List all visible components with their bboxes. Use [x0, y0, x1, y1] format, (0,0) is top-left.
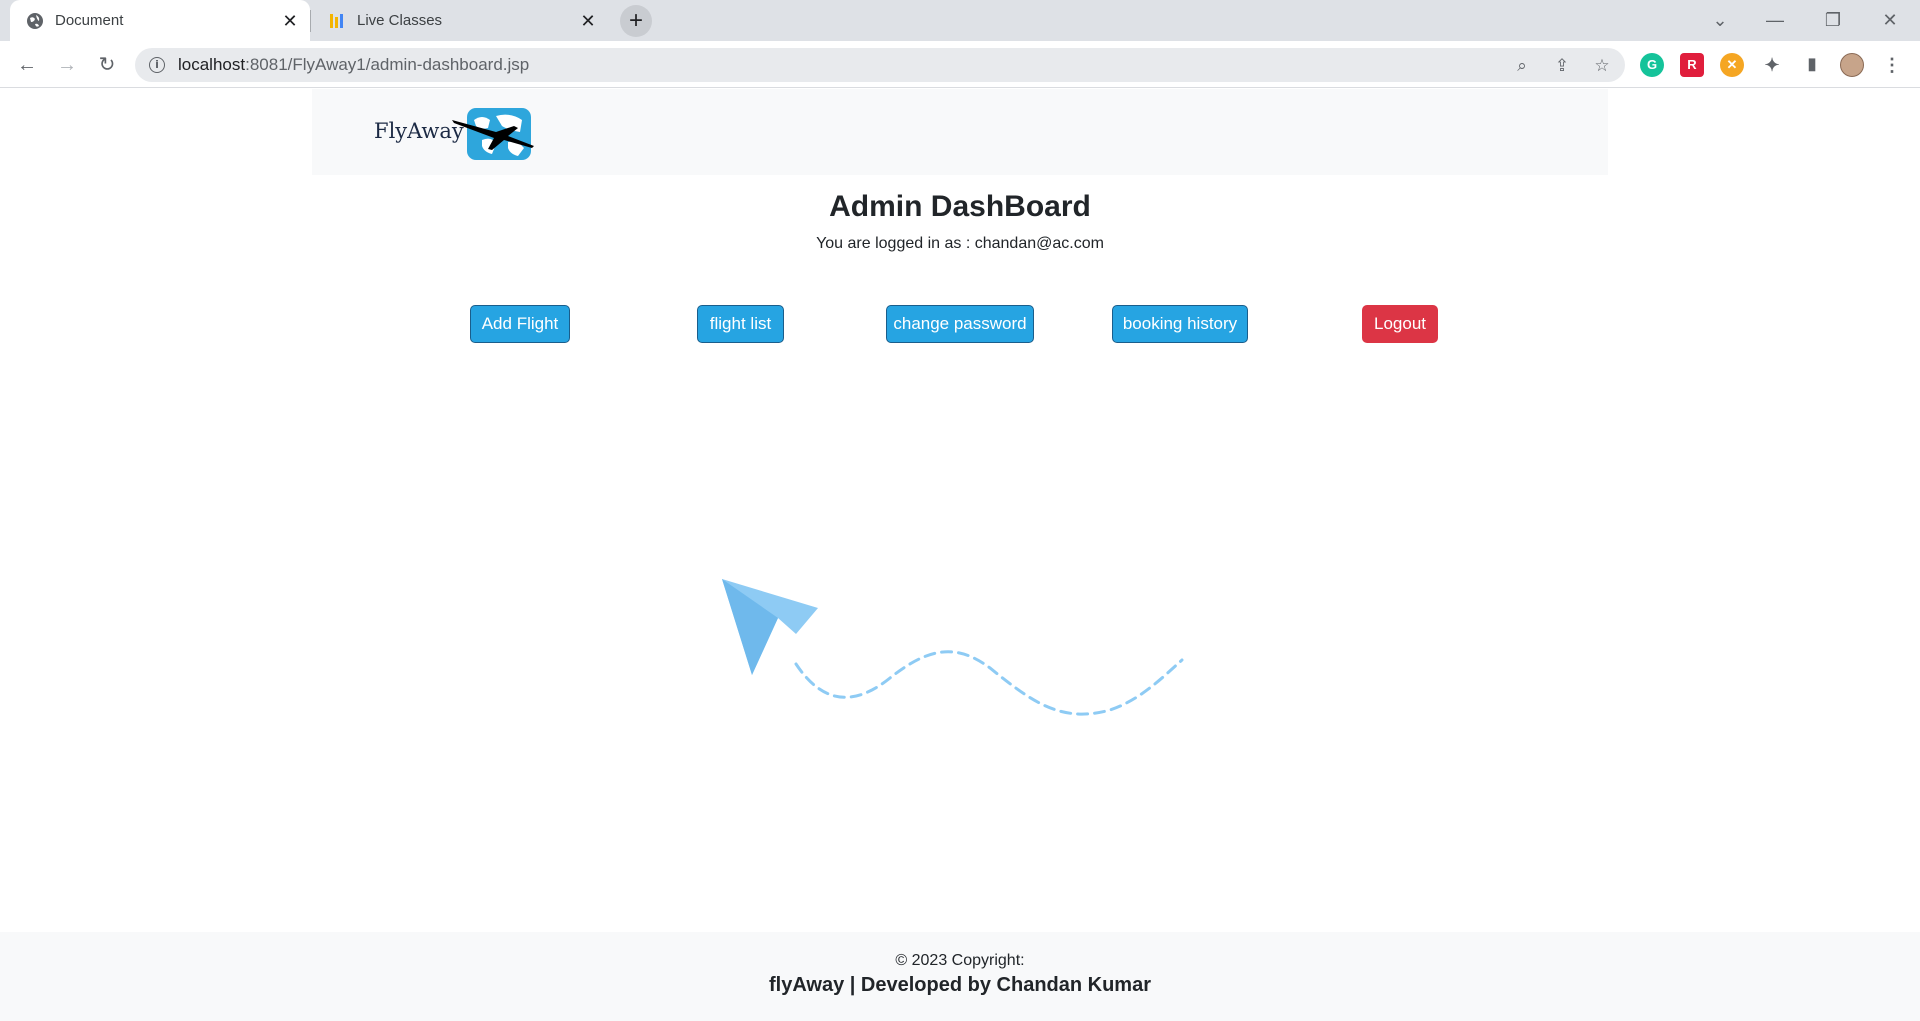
copyright-text: © 2023 Copyright: [895, 952, 1025, 969]
url-host: localhost [178, 55, 246, 74]
site-footer: © 2023 Copyright: flyAway | Developed by… [0, 932, 1920, 1021]
url-path: :8081/FlyAway1/admin-dashboard.jsp [245, 55, 530, 74]
airplane-logo[interactable] [452, 106, 552, 162]
window-close-icon[interactable]: ✕ [1875, 6, 1905, 34]
change-password-button[interactable]: change password [886, 305, 1034, 343]
tab-separator [310, 10, 311, 32]
side-panel-icon[interactable]: ▮ [1800, 53, 1824, 77]
paper-plane-illustration [722, 579, 1184, 716]
browser-toolbar: ← → ↻ i localhost:8081/FlyAway1/admin-da… [0, 41, 1920, 88]
red-extension-icon[interactable]: R [1680, 53, 1704, 77]
forward-icon[interactable]: → [52, 50, 82, 80]
back-icon[interactable]: ← [12, 50, 42, 80]
flight-list-button[interactable]: flight list [697, 305, 784, 343]
tab-search-icon[interactable]: ⌄ [1705, 6, 1735, 34]
close-icon[interactable]: ✕ [578, 11, 598, 31]
page-title: Admin DashBoard [829, 190, 1091, 223]
menu-kebab-icon[interactable]: ⋮ [1880, 53, 1904, 77]
tab-live-classes[interactable]: Live Classes ✕ [312, 0, 608, 41]
new-tab-button[interactable]: + [620, 5, 652, 37]
minimize-icon[interactable]: — [1760, 6, 1790, 34]
logged-in-text: You are logged in as : chandan@ac.com [816, 235, 1104, 252]
developer-credit: flyAway | Developed by Chandan Kumar [769, 974, 1151, 996]
extensions-puzzle-icon[interactable]: ✦ [1760, 53, 1784, 77]
close-icon[interactable]: ✕ [280, 11, 300, 31]
tab-document[interactable]: Document ✕ [10, 0, 310, 41]
profile-avatar[interactable] [1840, 53, 1864, 77]
address-bar[interactable]: i localhost:8081/FlyAway1/admin-dashboar… [135, 48, 1625, 82]
restore-icon[interactable]: ❐ [1818, 6, 1848, 34]
booking-history-button[interactable]: booking history [1112, 305, 1248, 343]
site-navbar: FlyAway [312, 89, 1608, 175]
add-flight-button[interactable]: Add Flight [470, 305, 570, 343]
orange-extension-icon[interactable]: ✕ [1720, 53, 1744, 77]
bookmark-star-icon[interactable]: ☆ [1591, 55, 1613, 77]
tab-title: Live Classes [357, 12, 443, 29]
grammarly-extension-icon[interactable]: G [1640, 53, 1664, 77]
tab-title: Document [55, 12, 124, 29]
globe-icon [27, 13, 43, 29]
share-icon[interactable]: ⇪ [1551, 55, 1573, 77]
brand-name[interactable]: FlyAway [374, 119, 464, 143]
reload-icon[interactable]: ↻ [92, 50, 122, 80]
site-info-icon[interactable]: i [149, 57, 165, 73]
bars-icon [330, 14, 343, 28]
browser-tab-strip: Document ✕ Live Classes ✕ + ⌄ — ❐ ✕ [0, 0, 1920, 41]
logout-button[interactable]: Logout [1362, 305, 1438, 343]
url-text[interactable]: localhost:8081/FlyAway1/admin-dashboard.… [178, 55, 529, 75]
zoom-icon[interactable]: ⌕ [1511, 55, 1533, 77]
